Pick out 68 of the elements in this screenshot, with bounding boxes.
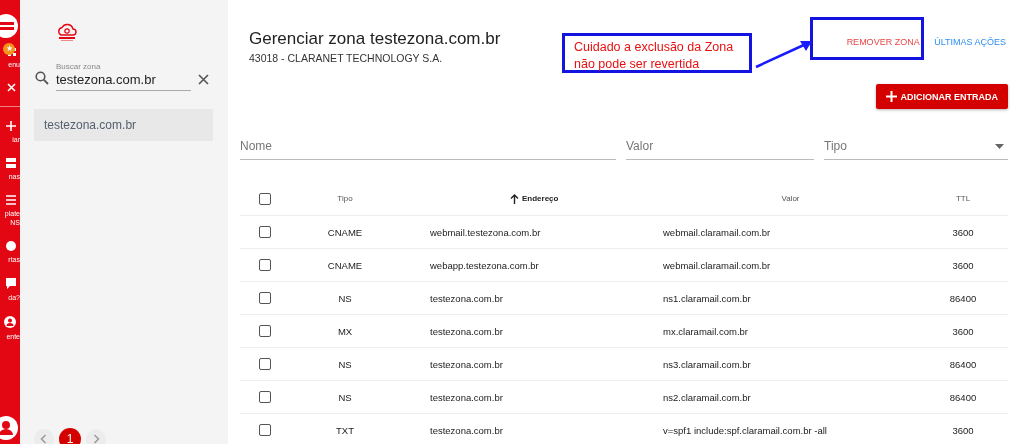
table-cell: webapp.testezona.com.br (430, 259, 539, 271)
arrow (754, 38, 814, 70)
checkbox[interactable] (259, 226, 271, 238)
table-cell: CNAME (327, 226, 363, 238)
table-cell: testezona.com.br (430, 358, 503, 370)
type-select[interactable]: Tipo (824, 135, 1008, 160)
table-cell: 86400 (949, 391, 977, 403)
table-cell: 3600 (952, 424, 974, 436)
add-entry-button[interactable]: ADICIONAR ENTRADA (875, 84, 1008, 109)
table-cell: ns3.claramail.com.br (663, 358, 751, 370)
column-header[interactable]: Valor (781, 194, 800, 203)
table-cell: v=spf1 include:spf.claramail.com.br -all (663, 424, 827, 436)
checkbox[interactable] (259, 259, 271, 271)
table-cell: ns1.claramail.com.br (663, 292, 751, 304)
star-badge: ★ (3, 43, 15, 55)
search-field[interactable]: testezona.com.br (56, 71, 191, 91)
close-icon[interactable] (198, 74, 209, 85)
logo-icon (56, 22, 78, 42)
person-icon[interactable] (4, 316, 16, 328)
table-cell: 3600 (952, 325, 974, 337)
table-cell: MX (337, 325, 353, 337)
table-cell: 3600 (952, 259, 974, 271)
checkbox[interactable] (259, 391, 271, 403)
caret-icon (995, 144, 1004, 149)
table-cell: NS (338, 391, 352, 403)
checkbox[interactable] (259, 192, 271, 205)
filter-field[interactable]: Nome (240, 135, 616, 160)
table-cell: webmail.claramail.com.br (663, 259, 771, 271)
search-icon (35, 71, 49, 85)
column-header[interactable]: Endereço (510, 193, 559, 204)
table-cell: webmail.claramail.com.br (663, 226, 771, 238)
checkbox[interactable] (259, 292, 271, 304)
blocks-icon[interactable] (6, 158, 16, 168)
table-cell: testezona.com.br (430, 292, 503, 304)
avatar-icon[interactable] (0, 416, 18, 440)
plus-icon (885, 91, 897, 102)
plus-icon[interactable] (6, 121, 16, 131)
table-cell: mx.claramail.com.br (663, 325, 748, 337)
chat-icon[interactable] (6, 278, 16, 289)
table-cell: 3600 (952, 226, 974, 238)
filter-field[interactable]: Valor (626, 135, 814, 160)
table-cell: NS (338, 292, 352, 304)
annotation-text: Cuidado a exclusão da Zona não pode ser revertida (574, 39, 735, 73)
sort-arrow-icon (510, 193, 519, 204)
column-header[interactable]: TTL (955, 194, 971, 203)
list-icon[interactable] (6, 195, 16, 205)
remove-zone-button[interactable]: REMOVER ZONA (838, 33, 929, 51)
checkbox[interactable] (259, 424, 271, 436)
page-button[interactable]: 1 (59, 428, 81, 444)
table-cell: 86400 (949, 292, 977, 304)
table-cell: ns2.claramail.com.br (663, 391, 751, 403)
table-cell: CNAME (327, 259, 363, 271)
column-header[interactable]: Tipo (337, 194, 353, 203)
account-subtitle: 43018 - CLARANET TECHNOLOGY S.A. (249, 52, 444, 64)
table-cell: testezona.com.br (430, 391, 503, 403)
table-cell: TXT (336, 424, 354, 436)
table-cell: 86400 (949, 358, 977, 370)
table-cell: testezona.com.br (430, 424, 503, 436)
checkbox[interactable] (259, 325, 271, 337)
history-button[interactable]: ÚLTIMAS AÇÕES (932, 33, 1008, 51)
checkbox[interactable] (259, 358, 271, 370)
table-cell: testezona.com.br (430, 325, 503, 337)
zone-item[interactable]: testezona.com.br (34, 109, 213, 141)
table-cell: NS (338, 358, 352, 370)
field-label: Buscar zona (56, 62, 102, 71)
page-title: Gerenciar zona testezona.com.br (249, 29, 501, 49)
table-cell: webmail.testezona.com.br (430, 226, 541, 238)
circle-icon[interactable] (6, 241, 16, 251)
